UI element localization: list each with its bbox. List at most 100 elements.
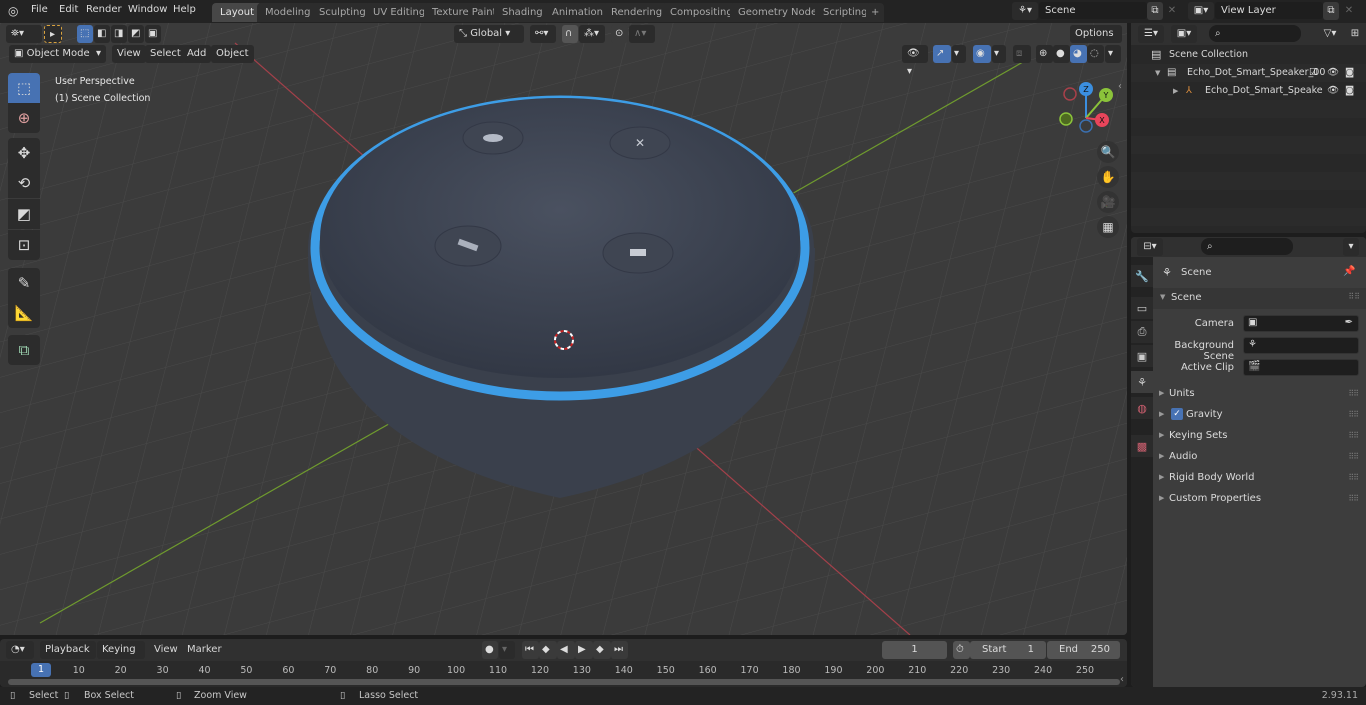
expand-arrow-icon[interactable]: ▼ [1155, 64, 1160, 82]
drag-grip-icon[interactable]: ⠿⠿ [1348, 446, 1359, 467]
snap-toggle-icon[interactable]: ∩ [562, 25, 578, 43]
drag-grip-icon[interactable]: ⠿⠿ [1348, 467, 1359, 488]
tab-texture[interactable]: ▩ [1131, 435, 1153, 457]
measure-tool[interactable]: 📐 [8, 298, 40, 328]
eyedropper-icon[interactable]: ✒ [1345, 317, 1353, 328]
panel-custom-properties[interactable]: ▶ Custom Properties ⠿⠿ [1153, 488, 1364, 509]
tab-animation[interactable]: Animation [544, 3, 611, 22]
panel-rigid-body-world[interactable]: ▶ Rigid Body World ⠿⠿ [1153, 467, 1364, 488]
expand-arrow-icon[interactable]: ▶ [1173, 82, 1178, 100]
delete-view-layer-icon[interactable]: ✕ [1341, 2, 1357, 20]
cursor-tool[interactable]: ⊕ [8, 103, 40, 133]
camera-field[interactable]: ▣ ✒ [1243, 315, 1359, 332]
panel-gravity[interactable]: ▶ ✓ Gravity ⠿⠿ [1153, 404, 1364, 425]
move-tool[interactable]: ✥ [8, 138, 40, 168]
overlay-dropdown[interactable]: ▾ [992, 45, 1006, 63]
options-dropdown[interactable]: Options ▾ [1070, 25, 1122, 57]
zoom-view-button[interactable]: 🔍 [1097, 141, 1119, 163]
editor-type-button[interactable]: ⊟▾ [1137, 238, 1163, 256]
filter-dropdown[interactable]: ▽▾ [1317, 25, 1343, 43]
new-collection-icon[interactable]: ⊞ [1347, 25, 1363, 43]
tab-texture-paint[interactable]: Texture Paint [424, 3, 505, 22]
rotate-tool[interactable]: ⟲ [8, 168, 40, 198]
collapse-sidebar-icon[interactable]: ‹ [1120, 674, 1124, 685]
mode-dropdown[interactable]: ▣ Object Mode ▾ [9, 45, 106, 63]
active-clip-field[interactable]: 🎬 [1243, 359, 1359, 376]
menu-object[interactable]: Object [211, 45, 254, 63]
tab-uv-editing[interactable]: UV Editing [365, 3, 434, 22]
visibility-eye-icon[interactable]: 👁 [1327, 64, 1339, 82]
proportional-falloff-dropdown[interactable]: ∧▾ [629, 25, 655, 43]
panel-audio[interactable]: ▶ Audio ⠿⠿ [1153, 446, 1364, 467]
xray-toggle-icon[interactable]: ⧈ [1013, 45, 1031, 63]
menu-render[interactable]: Render [86, 4, 122, 15]
gravity-checkbox[interactable]: ✓ [1171, 408, 1183, 420]
scene-selector-icon[interactable]: ⚘▾ [1012, 2, 1038, 20]
pan-view-button[interactable]: ✋ [1097, 166, 1119, 188]
select-mode-intersect-icon[interactable]: ▣ [145, 25, 161, 43]
camera-view-button[interactable]: 🎥 [1097, 191, 1119, 213]
drag-grip-icon[interactable]: ⠿⠿ [1348, 292, 1360, 301]
duplicate-scene-icon[interactable]: ⧉ [1147, 2, 1163, 20]
shading-dropdown[interactable]: ▾ [1105, 45, 1121, 63]
sidebar-toggle-icon[interactable]: ‹ [1118, 81, 1122, 92]
scale-tool[interactable]: ◩ [8, 199, 40, 229]
pivot-point-dropdown[interactable]: ⚯▾ [530, 25, 556, 43]
menu-view[interactable]: View [112, 45, 146, 63]
add-cube-tool[interactable]: ⧉ [8, 335, 40, 365]
tweak-tool-icon[interactable]: ▸ [44, 25, 62, 43]
gizmo-toggle-icon[interactable]: ↗ [933, 45, 951, 63]
panel-units[interactable]: ▶ Units ⠿⠿ [1153, 383, 1364, 404]
exclude-checkbox[interactable]: ☑ [1309, 64, 1318, 82]
pin-icon[interactable]: 📌 [1343, 266, 1355, 277]
gizmo-dropdown[interactable]: ▾ [952, 45, 966, 63]
tab-scene[interactable]: ⚘ [1131, 371, 1153, 393]
menu-help[interactable]: Help [173, 4, 196, 15]
menu-file[interactable]: File [31, 4, 48, 15]
wireframe-shading-icon[interactable]: ⊕ [1036, 45, 1053, 63]
solid-shading-icon[interactable]: ● [1053, 45, 1070, 63]
view-layer-selector-icon[interactable]: ▣▾ [1188, 2, 1214, 20]
render-camera-icon[interactable]: ◙ [1345, 64, 1354, 82]
properties-options-dropdown[interactable]: ▾ [1343, 238, 1359, 256]
visibility-dropdown[interactable]: 👁▾ [902, 45, 928, 77]
panel-keying-sets[interactable]: ▶ Keying Sets ⠿⠿ [1153, 425, 1364, 446]
snap-target-dropdown[interactable]: ⁂▾ [579, 25, 605, 43]
add-workspace-button[interactable]: + [866, 3, 885, 22]
playhead[interactable]: 1 [31, 663, 51, 677]
rendered-shading-icon[interactable]: ◌ [1087, 45, 1104, 63]
scene-name-field[interactable]: Scene [1039, 2, 1147, 19]
tab-world[interactable]: ◍ [1131, 397, 1153, 419]
tab-tool[interactable]: 🔧 [1131, 265, 1153, 287]
select-mode-new-icon[interactable]: ⬚ [77, 25, 93, 43]
tab-rendering[interactable]: Rendering [603, 3, 671, 22]
select-mode-extend-icon[interactable]: ◧ [94, 25, 110, 43]
tab-compositing[interactable]: Compositing [662, 3, 741, 22]
drag-grip-icon[interactable]: ⠿⠿ [1348, 488, 1359, 509]
drag-grip-icon[interactable]: ⠿⠿ [1348, 425, 1359, 446]
proportional-edit-icon[interactable]: ⊙ [611, 25, 628, 43]
3d-viewport[interactable]: ✕ Z Y X ⛯▾ ▸ ⬚ ◧ ◨ ◩ ▣ ⤡ Global ▾ ⚯▾ ∩ ⁂… [0, 23, 1127, 635]
menu-select[interactable]: Select [145, 45, 186, 63]
tab-render[interactable]: ▭ [1131, 297, 1153, 319]
drag-grip-icon[interactable]: ⠿⠿ [1348, 404, 1359, 425]
menu-window[interactable]: Window [128, 4, 167, 15]
select-mode-subtract-icon[interactable]: ◨ [111, 25, 127, 43]
material-preview-shading-icon[interactable]: ◕ [1070, 45, 1087, 63]
duplicate-view-layer-icon[interactable]: ⧉ [1323, 2, 1339, 20]
delete-scene-icon[interactable]: ✕ [1164, 2, 1180, 20]
blender-logo-icon[interactable]: ◎ [8, 4, 18, 18]
tab-shading[interactable]: Shading [494, 3, 551, 22]
background-scene-field[interactable]: ⚘ [1243, 337, 1359, 354]
annotate-tool[interactable]: ✎ [8, 268, 40, 298]
timeline-panel[interactable]: ◔▾ Playback ▾ Keying ▾ View Marker ● ▾ ⏮… [0, 639, 1127, 687]
view-layer-name-field[interactable]: View Layer [1215, 2, 1323, 19]
select-mode-invert-icon[interactable]: ◩ [128, 25, 144, 43]
outliner-row-collection[interactable]: ▼ ▤ Echo_Dot_Smart_Speaker_00 ☑ 👁 ◙ [1131, 64, 1366, 82]
outliner-root-row[interactable]: ▤ Scene Collection [1131, 46, 1366, 64]
tab-layout[interactable]: Layout [212, 3, 262, 22]
scene-panel-header[interactable]: ▼ Scene ⠿⠿ [1153, 288, 1366, 309]
menu-edit[interactable]: Edit [59, 4, 78, 15]
outliner-row-object[interactable]: ▶ ⅄ Echo_Dot_Smart_Speake 👁 ◙ [1131, 82, 1366, 100]
transform-tool[interactable]: ⊡ [8, 230, 40, 260]
